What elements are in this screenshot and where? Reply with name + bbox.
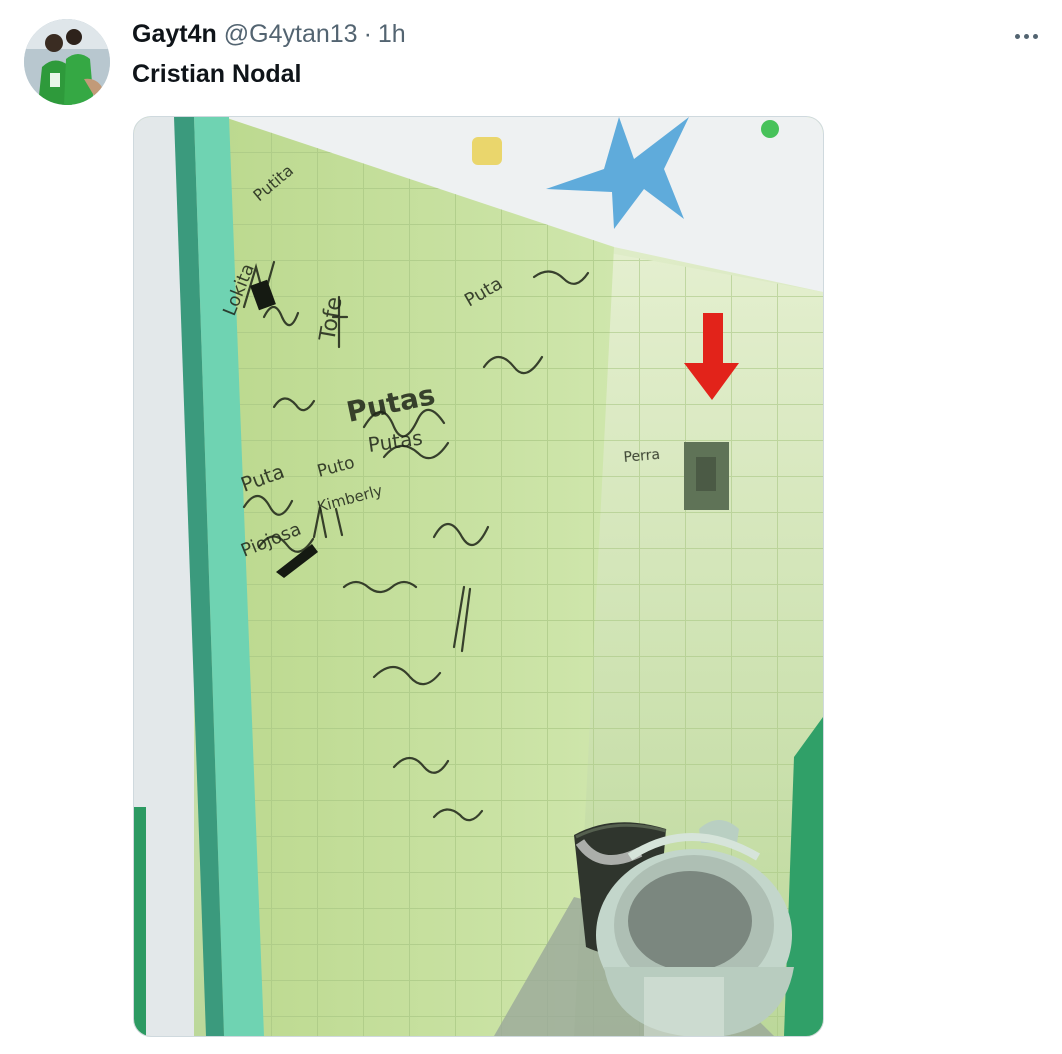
graffiti-text: Perra — [623, 447, 661, 466]
avatar[interactable] — [24, 19, 110, 105]
tweet: Gayt4n @G4ytan13 · 1h Cristian Nodal Lok… — [0, 0, 1062, 1054]
tweet-header: Gayt4n @G4ytan13 · 1h — [132, 20, 406, 52]
more-options-button[interactable] — [1006, 22, 1046, 50]
more-horizontal-icon — [1014, 33, 1020, 39]
handle[interactable]: @G4ytan13 — [224, 20, 358, 49]
tweet-text: Cristian Nodal — [132, 60, 302, 88]
bathroom-stall-photo: Lokita Putita Tofe Putas Puta Piojosa Pu… — [134, 117, 823, 1036]
tweet-media-image[interactable]: Lokita Putita Tofe Putas Puta Piojosa Pu… — [133, 116, 824, 1037]
separator-dot: · — [363, 20, 372, 48]
display-name[interactable]: Gayt4n — [132, 20, 217, 49]
avatar-photo — [24, 19, 110, 105]
timestamp[interactable]: 1h — [378, 20, 406, 49]
